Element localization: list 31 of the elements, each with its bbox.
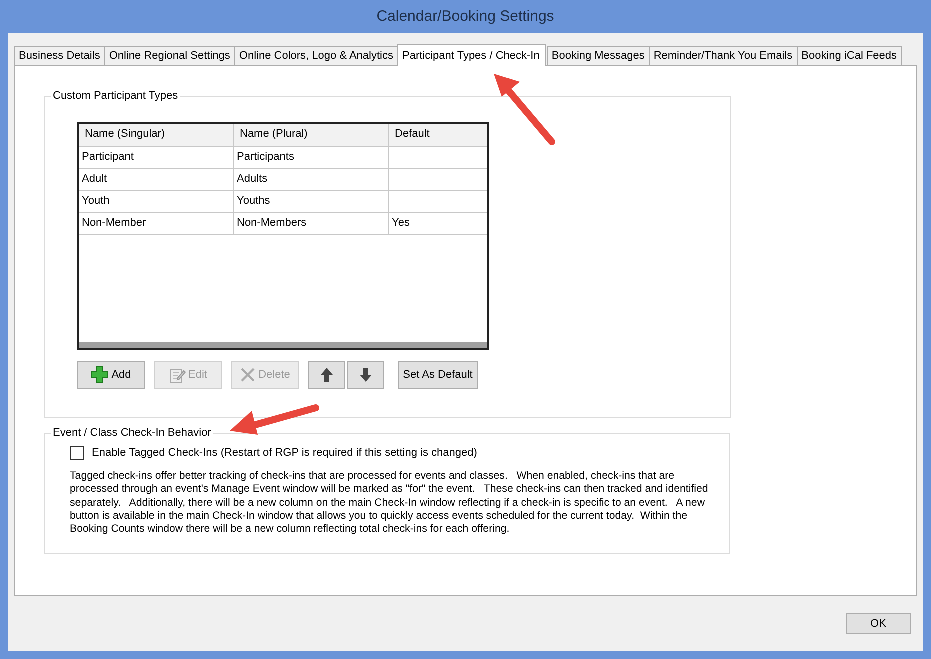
pencil-paper-icon xyxy=(168,366,186,384)
add-button[interactable]: Add xyxy=(77,361,145,389)
table-cell: Adult xyxy=(79,169,234,190)
plus-icon xyxy=(90,366,109,384)
tab[interactable]: Booking iCal Feeds xyxy=(796,46,902,65)
table-cell: Youths xyxy=(234,191,389,212)
table-cell-text: Yes xyxy=(391,216,411,231)
column-header[interactable]: Name (Plural) xyxy=(234,124,389,146)
table-cell: Participants xyxy=(234,147,389,168)
x-icon xyxy=(240,367,256,383)
column-header[interactable]: Default xyxy=(389,124,487,146)
tab[interactable]: Booking Messages xyxy=(546,46,650,65)
ok-button[interactable]: OK xyxy=(846,613,911,634)
table-cell: Non-Members xyxy=(234,213,389,234)
group-title: Custom Participant Types xyxy=(51,89,180,104)
column-header[interactable]: Name (Singular) xyxy=(79,124,234,146)
tab[interactable]: Participant Types / Check-In xyxy=(396,44,546,66)
window-title: Calendar/Booking Settings xyxy=(376,7,556,27)
tab[interactable]: Business Details xyxy=(14,46,106,65)
table-cell: Non-Member xyxy=(79,213,234,234)
set-default-button[interactable]: Set As Default xyxy=(398,361,478,389)
move-up-button[interactable] xyxy=(308,361,345,389)
table-cell: Youth xyxy=(79,191,234,212)
description-text: Tagged check-ins offer better tracking of check-ins that are processed for events and classes. When enabled, check-ins that are processed through an event's Manage Event window will be marked as "for" the event. These check-ins can then tracked and identified separately. Additionally, there will be a new column on the main Check-In window reflecting if a check-in is specific to an event. A new button is available in the main Check-In window that allows you to quickly access events scheduled for the current today. Within the Booking Counts window there will be a new column reflecting total check-ins for each offering. xyxy=(70,470,710,536)
down-arrow-icon xyxy=(358,367,372,383)
checkbox[interactable] xyxy=(70,446,84,460)
up-arrow-icon xyxy=(320,367,334,383)
table-cell: Adults xyxy=(234,169,389,190)
checkbox-label[interactable]: Enable Tagged Check-Ins (Restart of RGP is required if this setting is changed) xyxy=(92,447,478,459)
move-down-button[interactable] xyxy=(347,361,384,389)
table-cell: Participant xyxy=(79,147,234,168)
